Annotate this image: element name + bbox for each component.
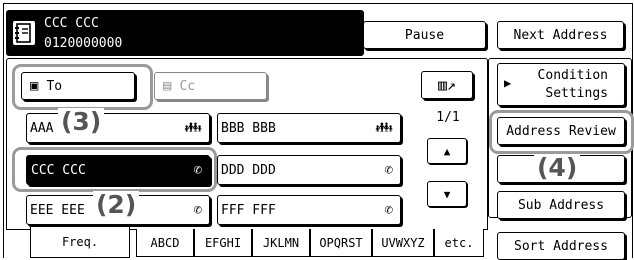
recipient-header: CCC CCC 0120000000 [6, 10, 364, 56]
phone-icon: ✆ [193, 202, 202, 218]
page-indicator: 1/1 [436, 110, 460, 125]
tab-freq[interactable]: Freq. [30, 227, 130, 258]
cc-button[interactable]: ▤ Cc [154, 72, 267, 100]
callout-number-3: (3) [58, 108, 105, 136]
entry-label: AAA [30, 120, 54, 136]
entry-label: EEE EEE [30, 202, 85, 218]
address-entry-fff[interactable]: FFF FFF ✆ [217, 195, 401, 225]
tab-label: etc. [444, 235, 474, 250]
phone-icon: ✆ [384, 162, 393, 178]
condition-settings-label-2: Settings [545, 85, 608, 101]
address-book-icon [13, 21, 35, 45]
group-icon: 👪︎ [184, 120, 202, 136]
tab-etc[interactable]: etc. [434, 229, 484, 257]
sub-address-label: Sub Address [517, 197, 605, 213]
cc-icon: ▤ [163, 78, 172, 94]
phone-icon: ✆ [384, 202, 393, 218]
tab-label: EFGHI [204, 235, 242, 250]
entry-label: BBB BBB [221, 120, 276, 136]
tab-label: Freq. [61, 235, 99, 249]
tab-efghi[interactable]: EFGHI [194, 229, 252, 257]
tab-jklmn[interactable]: JKLMN [252, 229, 310, 257]
next-address-button[interactable]: Next Address [497, 21, 624, 49]
callout-entry-highlight [12, 147, 217, 192]
sort-address-button[interactable]: Sort Address [497, 232, 625, 260]
page-up-button[interactable]: ▲ [427, 138, 467, 164]
condition-settings-label-1: Condition [537, 67, 608, 83]
tab-label: UVWXYZ [381, 235, 425, 250]
cc-label: Cc [179, 78, 196, 94]
group-icon: 👪︎ [375, 120, 393, 136]
address-book-switch-icon: ▥↗ [437, 76, 457, 94]
pause-button[interactable]: Pause [363, 21, 486, 49]
entry-label: FFF FFF [221, 202, 276, 218]
sort-address-label: Sort Address [514, 238, 608, 254]
tab-opqrst[interactable]: OPQRST [310, 229, 372, 257]
callout-to-highlight [12, 64, 153, 110]
tab-uvwxyz[interactable]: UVWXYZ [372, 229, 434, 257]
tab-label: JKLMN [262, 235, 300, 250]
tab-abcd[interactable]: ABCD [136, 229, 194, 257]
sub-address-button[interactable]: Sub Address [497, 191, 625, 219]
tab-label: ABCD [150, 235, 180, 250]
page-down-button[interactable]: ▼ [427, 181, 467, 207]
callout-number-4: (4) [534, 154, 581, 182]
address-entry-aaa[interactable]: AAA 👪︎ [26, 113, 210, 143]
address-entry-bbb[interactable]: BBB BBB 👪︎ [217, 113, 401, 143]
play-icon: ▶ [504, 76, 512, 90]
arrow-up-icon: ▲ [443, 144, 451, 158]
arrow-down-icon: ▼ [443, 187, 451, 201]
recipient-number: 0120000000 [44, 36, 123, 51]
next-address-label: Next Address [513, 27, 608, 43]
callout-number-2: (2) [93, 191, 140, 219]
recipient-name: CCC CCC [44, 16, 99, 31]
address-book-switch-button[interactable]: ▥↗ [421, 71, 473, 99]
pause-label: Pause [404, 27, 445, 43]
callout-address-review-highlight [489, 110, 634, 154]
entry-label: DDD DDD [221, 162, 276, 178]
condition-settings-button[interactable]: ▶ Condition Settings [497, 63, 625, 106]
tab-label: OPQRST [319, 235, 363, 250]
address-entry-ddd[interactable]: DDD DDD ✆ [217, 155, 401, 185]
